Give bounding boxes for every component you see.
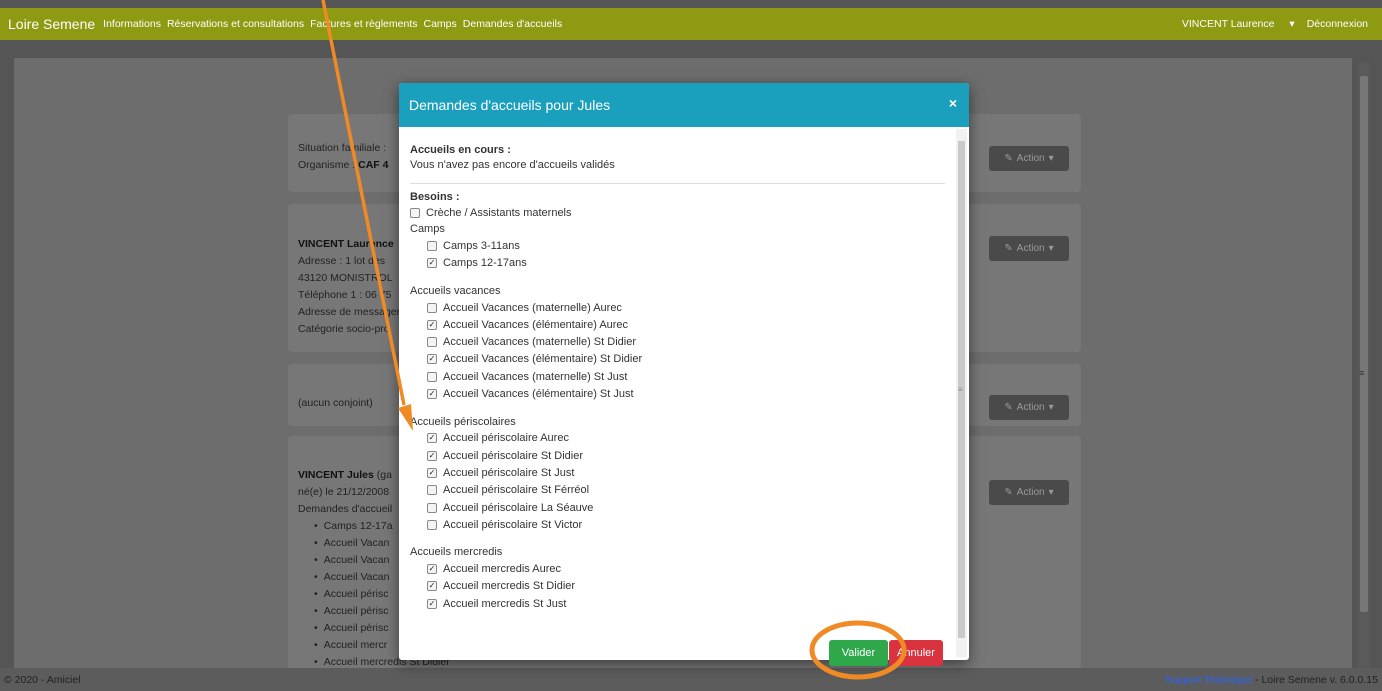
checkbox-box[interactable]: ✓ [427,467,437,478]
modal-body: Accueils en cours : Vous n'avez pas enco… [399,133,955,658]
modal-title: Demandes d'accueils pour Jules [409,97,611,113]
edit-icon: ✎ [1004,402,1013,413]
edit-icon: ✎ [1004,243,1013,254]
brand-link[interactable]: Loire Semene [8,16,95,32]
checkbox-box[interactable]: ✓ [427,319,437,330]
checkbox-item[interactable]: Accueil périscolaire St Victor [410,516,955,533]
caret-down-icon: ▾ [1289,18,1295,30]
nav-camps[interactable]: Camps [424,18,457,30]
checkbox-box[interactable] [410,207,420,218]
grip-icon: ≡ [1359,368,1365,378]
checkbox-box[interactable]: ✓ [427,581,437,592]
action-button[interactable]: ✎ Action ▾ [989,395,1069,420]
group-label-camps: Camps [410,223,445,236]
checkbox-box[interactable]: ✓ [427,450,437,461]
caret-down-icon: ▾ [1048,487,1054,498]
user-menu[interactable]: VINCENT Laurence ▾ [1170,18,1295,30]
checkbox-box[interactable]: ✓ [427,433,437,444]
divider [410,183,945,184]
checkbox-box[interactable] [427,240,437,251]
checkbox-box[interactable] [427,485,437,496]
edit-icon: ✎ [1004,153,1013,164]
copyright: © 2020 - Amiciel [4,673,81,686]
scrollbar-thumb[interactable] [1360,76,1368,612]
checkbox-item[interactable]: Accueil périscolaire La Séauve [410,499,955,516]
checkbox-box[interactable] [427,519,437,530]
checkbox-item[interactable]: ✓ Accueil périscolaire St Didier [410,447,955,464]
nav-informations[interactable]: Informations [103,18,161,30]
caret-down-icon: ▾ [1048,153,1054,164]
navbar-right: VINCENT Laurence ▾ Déconnexion [1158,8,1368,40]
checkbox-box[interactable] [427,337,437,348]
nav-factures[interactable]: Factures et règlements [310,18,417,30]
checkbox-item[interactable]: Accueil Vacances (maternelle) St Just [410,368,955,385]
support-link[interactable]: Support Technique [1165,674,1252,686]
footer: © 2020 - Amiciel Support Technique - Loi… [0,668,1382,691]
caret-down-icon: ▾ [1048,402,1054,413]
checkbox-item[interactable]: ✓ Accueil périscolaire St Just [410,464,955,481]
valider-button[interactable]: Valider [829,640,888,666]
caret-down-icon: ▾ [1048,243,1054,254]
page-scrollbar[interactable]: ≡ [1358,62,1370,668]
modal-header: Demandes d'accueils pour Jules × [399,83,969,127]
edit-icon: ✎ [1004,487,1013,498]
checkbox-item[interactable]: ✓ Accueil Vacances (élémentaire) St Just [410,385,955,402]
current-accueils-text: Vous n'avez pas encore d'accueils validé… [410,159,615,171]
checkbox-item[interactable]: ✓ Camps 12-17ans [410,255,955,272]
action-button[interactable]: ✎ Action ▾ [989,480,1069,505]
logout-link[interactable]: Déconnexion [1307,18,1368,30]
checkbox-box[interactable] [427,371,437,382]
checkbox-item[interactable]: ✓ Accueil Vacances (élémentaire) Aurec [410,316,955,333]
checkbox-item[interactable]: ✓ Accueil Vacances (élémentaire) St Didie… [410,351,955,368]
checkbox-box[interactable] [427,502,437,513]
requests-modal: Demandes d'accueils pour Jules × Accueil… [399,83,969,666]
annuler-button[interactable]: Annuler [889,640,943,666]
checkbox-item[interactable]: ✓ Accueil mercredis St Didier [410,578,955,595]
version-text: - Loire Semene v. 6.0.0.15 [1252,673,1378,686]
close-icon[interactable]: × [949,95,957,111]
action-button[interactable]: ✎ Action ▾ [989,146,1069,171]
checkbox-item[interactable]: Accueil périscolaire St Férréol [410,482,955,499]
checkbox-item[interactable]: Accueil Vacances (maternelle) Aurec [410,299,955,316]
checkbox-box[interactable]: ✓ [427,389,437,400]
user-name: VINCENT Laurence [1181,18,1275,30]
grip-icon: ≡ [958,385,963,394]
action-button[interactable]: ✎ Action ▾ [989,236,1069,261]
checkbox-item[interactable]: ✓ Accueil mercredis Aurec [410,560,955,577]
checkbox-box[interactable]: ✓ [427,598,437,609]
group-label-mercredis: Accueils mercredis [410,546,503,559]
checkbox-box[interactable]: ✓ [427,564,437,575]
group-label-periscolaires: Accueils périscolaires [410,415,516,428]
checkbox-item[interactable]: Camps 3-11ans [410,237,955,254]
checkbox-box[interactable] [427,302,437,313]
checkbox-item[interactable]: Accueil Vacances (maternelle) St Didier [410,333,955,350]
nav-reservations[interactable]: Réservations et consultations [167,18,304,30]
checkbox-box[interactable]: ✓ [427,258,437,269]
checkbox-creche[interactable]: Crèche / Assistants maternels [410,204,955,221]
checkbox-item[interactable]: ✓ Accueil périscolaire Aurec [410,430,955,447]
current-accueils-title: Accueils en cours : [410,144,511,156]
group-label-vacances: Accueils vacances [410,284,501,297]
top-navbar: Loire Semene Informations Réservations e… [0,8,1382,40]
checkbox-item[interactable]: ✓ Accueil mercredis St Just [410,595,955,612]
nav-demandes-accueils[interactable]: Demandes d'accueils [463,18,562,30]
checkbox-box[interactable]: ✓ [427,354,437,365]
footer-right: Support Technique - Loire Semene v. 6.0.… [1165,674,1378,686]
modal-scrollbar[interactable]: ≡ [956,129,967,657]
needs-title: Besoins : [410,191,460,203]
